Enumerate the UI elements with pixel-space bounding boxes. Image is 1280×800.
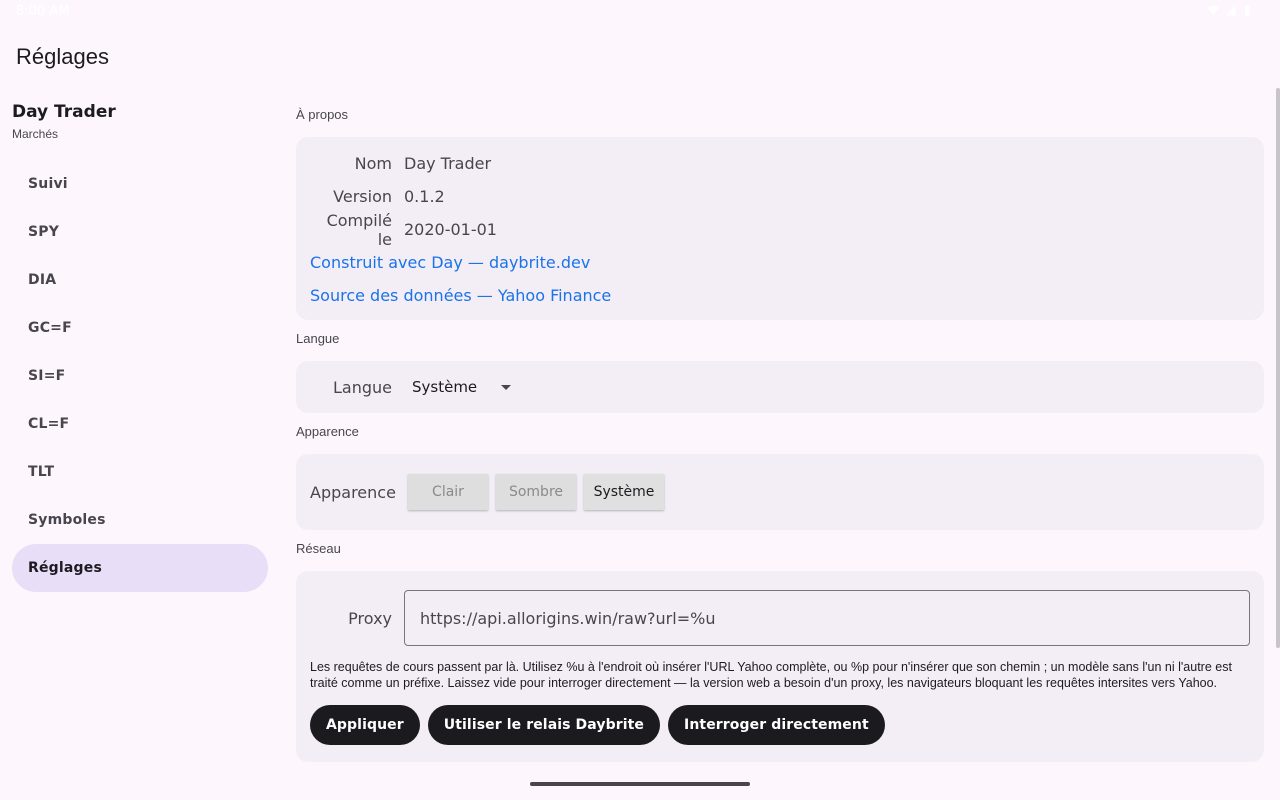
settings-content: À propos Nom Day Trader Version 0.1.2 Co… xyxy=(296,96,1264,762)
section-label-about: À propos xyxy=(296,107,349,122)
about-name-value: Day Trader xyxy=(404,154,492,173)
page-title: Réglages xyxy=(16,44,109,69)
proxy-row: Proxy xyxy=(310,590,1250,646)
sidebar-app-name: Day Trader xyxy=(12,102,116,122)
status-bar: 8:00 AM xyxy=(0,0,1280,24)
about-version-value: 0.1.2 xyxy=(404,187,445,206)
sidebar-item-tlt[interactable]: TLT xyxy=(12,448,268,496)
sidebar-item-si[interactable]: SI=F xyxy=(12,352,268,400)
sidebar-item-suivi[interactable]: Suivi xyxy=(12,160,268,208)
language-field-label: Langue xyxy=(333,377,392,397)
appearance-card: Apparence Clair Sombre Système xyxy=(296,454,1264,530)
home-indicator[interactable] xyxy=(530,782,750,786)
about-built-value: 2020-01-01 xyxy=(404,220,497,239)
proxy-input[interactable] xyxy=(404,590,1250,646)
about-name-key: Nom xyxy=(354,154,392,173)
status-time: 8:00 AM xyxy=(16,4,70,19)
sidebar-nav: Suivi SPY DIA GC=F SI=F CL=F TLT Symbole… xyxy=(12,160,268,592)
sidebar-item-spy[interactable]: SPY xyxy=(12,208,268,256)
appearance-field-label: Apparence xyxy=(310,482,396,502)
proxy-field-label: Proxy xyxy=(348,608,392,628)
sidebar-item-cl[interactable]: CL=F xyxy=(12,400,268,448)
use-daybrite-relay-button[interactable]: Utiliser le relais Daybrite xyxy=(427,705,661,745)
section-label-network: Réseau xyxy=(296,541,341,556)
about-version-key: Version xyxy=(333,187,392,206)
scrollbar[interactable] xyxy=(1276,88,1280,648)
about-name-row: Nom Day Trader xyxy=(310,147,1250,180)
about-card: Nom Day Trader Version 0.1.2 Compilé le … xyxy=(296,137,1264,320)
section-label-language: Langue xyxy=(296,331,340,346)
sidebar-item-symboles[interactable]: Symboles xyxy=(12,496,268,544)
network-actions: Appliquer Utiliser le relais Daybrite In… xyxy=(310,705,1250,745)
appearance-option-system[interactable]: Système xyxy=(584,474,664,510)
sidebar-app-subtitle: Marchés xyxy=(12,127,59,141)
sidebar: Day Trader Marchés Suivi SPY DIA GC=F SI… xyxy=(12,100,268,592)
sidebar-item-dia[interactable]: DIA xyxy=(12,256,268,304)
about-built-key: Compilé le xyxy=(326,210,392,249)
battery-icon xyxy=(1245,5,1250,16)
appearance-segmented: Clair Sombre Système xyxy=(408,474,664,510)
sidebar-item-gc[interactable]: GC=F xyxy=(12,304,268,352)
appearance-option-dark[interactable]: Sombre xyxy=(496,474,576,510)
built-with-link[interactable]: Construit avec Day — daybrite.dev xyxy=(310,246,1250,279)
language-card: Langue Système xyxy=(296,361,1264,413)
language-selected-value: Système xyxy=(412,378,478,396)
proxy-help-text: Les requêtes de cours passent par là. Ut… xyxy=(310,660,1232,690)
query-directly-button[interactable]: Interroger directement xyxy=(668,705,885,745)
network-card: Proxy Les requêtes de cours passent par … xyxy=(296,571,1264,762)
wifi-icon xyxy=(1207,5,1220,15)
language-dropdown[interactable]: Système xyxy=(412,378,512,396)
signal-icon xyxy=(1225,5,1236,16)
appearance-option-light[interactable]: Clair xyxy=(408,474,488,510)
status-icons xyxy=(1207,4,1254,17)
apply-button[interactable]: Appliquer xyxy=(310,705,420,745)
chevron-down-icon xyxy=(501,384,512,390)
about-version-row: Version 0.1.2 xyxy=(310,180,1250,213)
about-built-row: Compilé le 2020-01-01 xyxy=(310,210,1250,249)
data-source-link[interactable]: Source des données — Yahoo Finance xyxy=(310,279,1250,312)
section-label-appearance: Apparence xyxy=(296,424,359,439)
sidebar-item-reglages[interactable]: Réglages xyxy=(12,544,268,592)
